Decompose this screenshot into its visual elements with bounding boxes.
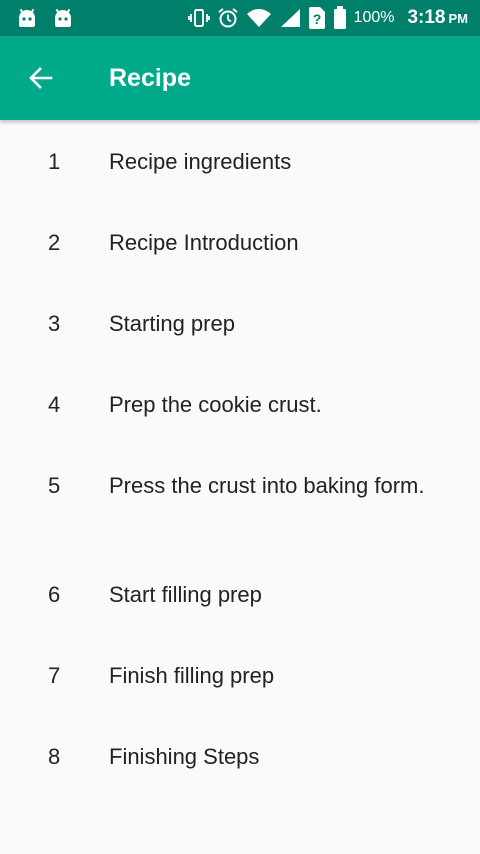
clock-time: 3:18 xyxy=(407,7,446,28)
signal-icon xyxy=(279,8,301,28)
step-item-7[interactable]: 7 Finish filling prep xyxy=(0,634,480,715)
step-item-3[interactable]: 3 Starting prep xyxy=(0,282,480,363)
alarm-icon xyxy=(217,7,239,29)
step-number: 7 xyxy=(48,663,61,688)
step-number: 8 xyxy=(48,744,61,769)
step-item-2[interactable]: 2 Recipe Introduction xyxy=(0,201,480,282)
step-number: 4 xyxy=(48,392,61,417)
android-icon xyxy=(16,8,38,28)
back-button[interactable] xyxy=(20,57,62,99)
step-item-1[interactable]: 1 Recipe ingredients xyxy=(0,120,480,201)
app-bar: Recipe xyxy=(0,36,480,120)
step-number: 6 xyxy=(48,582,61,607)
status-bar: ? 100% 3:18 PM xyxy=(0,0,480,36)
step-item-4[interactable]: 4 Prep the cookie crust. xyxy=(0,363,480,444)
step-item-6[interactable]: 6 Start filling prep xyxy=(0,553,480,634)
step-number: 3 xyxy=(48,311,61,336)
arrow-back-icon xyxy=(29,66,53,90)
system-icons: ? 100% 3:18 PM xyxy=(187,0,468,36)
step-label: Prep the cookie crust. xyxy=(109,392,322,417)
page-title: Recipe xyxy=(109,64,191,92)
step-label: Starting prep xyxy=(109,311,235,336)
unknown-sim-icon: ? xyxy=(308,6,326,30)
wifi-icon xyxy=(246,8,272,28)
notification-icons xyxy=(16,6,74,30)
clock: 3:18 PM xyxy=(407,7,468,29)
steps-list: 1 Recipe ingredients 2 Recipe Introducti… xyxy=(0,120,480,796)
step-number: 2 xyxy=(48,230,61,255)
battery-icon xyxy=(333,6,347,30)
svg-text:?: ? xyxy=(312,11,321,27)
android-icon xyxy=(52,8,74,28)
step-label: Start filling prep xyxy=(109,582,262,607)
vibrate-icon xyxy=(187,8,210,28)
step-label: Recipe ingredients xyxy=(109,149,292,174)
step-label: Finish filling prep xyxy=(109,663,275,688)
step-item-8[interactable]: 8 Finishing Steps xyxy=(0,715,480,796)
clock-ampm: PM xyxy=(448,11,469,26)
step-label: Finishing Steps xyxy=(109,744,260,769)
step-number: 1 xyxy=(48,149,61,174)
step-number: 5 xyxy=(48,473,61,498)
step-item-5[interactable]: 5 Press the crust into baking form. xyxy=(0,444,480,553)
battery-percent: 100% xyxy=(353,9,395,26)
step-label: Press the crust into baking form. xyxy=(109,473,425,498)
step-label: Recipe Introduction xyxy=(109,230,299,255)
